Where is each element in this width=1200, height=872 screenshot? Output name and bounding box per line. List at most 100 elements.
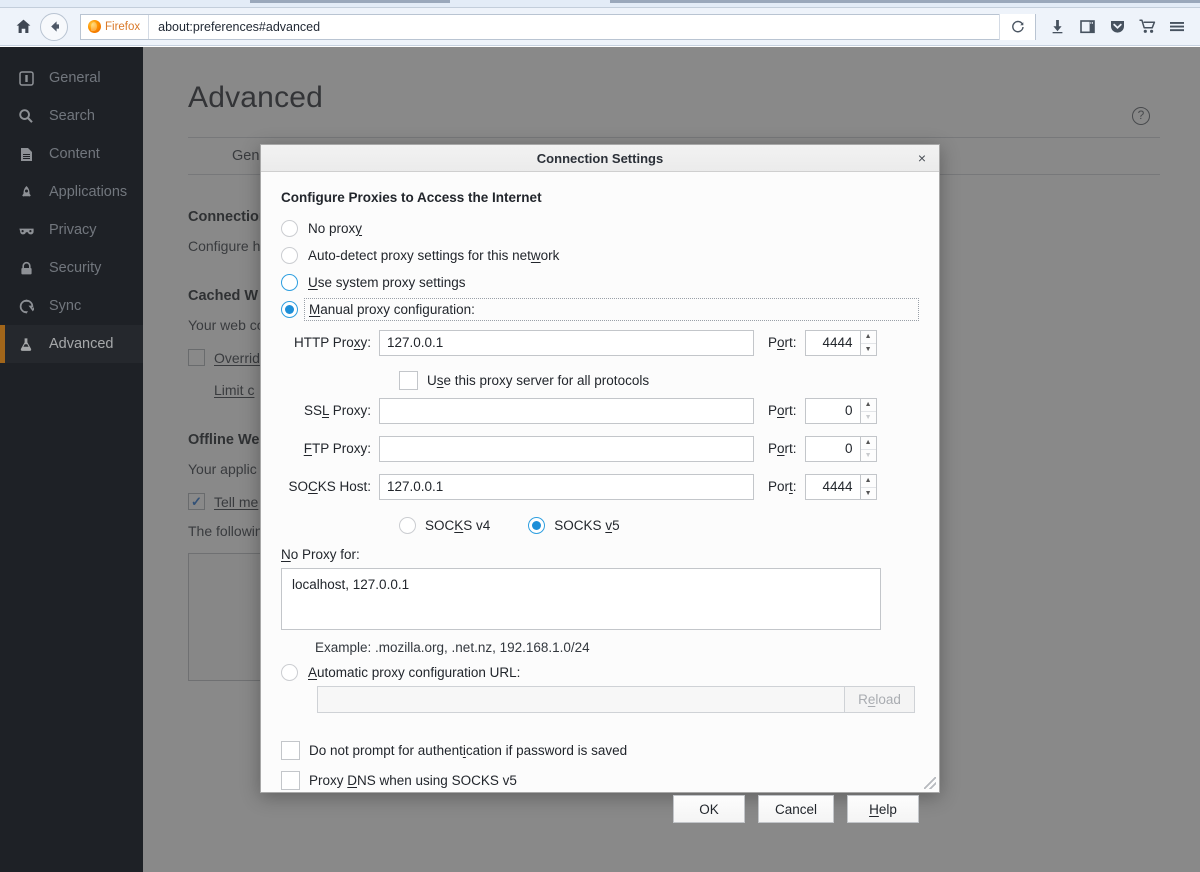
url-bar[interactable]: Firefox about:preferences#advanced bbox=[80, 14, 1036, 40]
pocket-icon[interactable] bbox=[1102, 12, 1132, 42]
http-port-spin-buttons[interactable]: ▲ ▼ bbox=[860, 330, 877, 356]
radio-socks-v4[interactable] bbox=[399, 517, 416, 534]
no-auth-prompt-label: Do not prompt for authentication if pass… bbox=[309, 743, 627, 758]
spin-down-icon[interactable]: ▼ bbox=[861, 343, 876, 355]
radio-manual[interactable] bbox=[281, 301, 298, 318]
socks-port-spin-buttons[interactable]: ▲ ▼ bbox=[860, 474, 877, 500]
connection-settings-dialog: Connection Settings × Configure Proxies … bbox=[260, 144, 940, 793]
radio-label-socks-v5: SOCKS v5 bbox=[554, 518, 619, 533]
radio-pac[interactable] bbox=[281, 664, 298, 681]
help-button[interactable]: Help bbox=[847, 795, 919, 823]
dialog-heading: Configure Proxies to Access the Internet bbox=[281, 190, 919, 205]
ftp-port-label: Port: bbox=[754, 441, 805, 456]
no-auth-prompt-row[interactable]: Do not prompt for authentication if pass… bbox=[281, 735, 919, 765]
no-proxy-for-label: No Proxy for: bbox=[281, 547, 919, 562]
socks-host-input[interactable]: 127.0.0.1 bbox=[379, 474, 754, 500]
pac-url-row: Reload bbox=[317, 686, 919, 713]
ssl-proxy-row: SSL Proxy: Port: 0 ▲ ▼ bbox=[281, 395, 919, 426]
http-proxy-row: HTTP Proxy: 127.0.0.1 Port: 4444 ▲ ▼ bbox=[281, 327, 919, 358]
http-port-stepper[interactable]: 4444 ▲ ▼ bbox=[805, 330, 877, 356]
radio-label-use-system: Use system proxy settings bbox=[308, 275, 466, 290]
ftp-proxy-row: FTP Proxy: Port: 0 ▲ ▼ bbox=[281, 433, 919, 464]
ssl-port-spin-buttons[interactable]: ▲ ▼ bbox=[860, 398, 877, 424]
navigation-toolbar: Firefox about:preferences#advanced bbox=[0, 8, 1200, 46]
socks-host-row: SOCKS Host: 127.0.0.1 Port: 4444 ▲ ▼ bbox=[281, 471, 919, 502]
dialog-body: Configure Proxies to Access the Internet… bbox=[261, 172, 939, 795]
tab-seam-right bbox=[610, 0, 1200, 3]
spin-down-icon: ▼ bbox=[861, 449, 876, 461]
socks-port-stepper[interactable]: 4444 ▲ ▼ bbox=[805, 474, 877, 500]
tab-strip bbox=[0, 0, 1200, 8]
radio-auto-detect[interactable] bbox=[281, 247, 298, 264]
downloads-icon[interactable] bbox=[1042, 12, 1072, 42]
pac-url-input[interactable] bbox=[317, 686, 845, 713]
proxy-dns-label: Proxy DNS when using SOCKS v5 bbox=[309, 773, 517, 788]
sidebar-icon[interactable] bbox=[1072, 12, 1102, 42]
radio-row-no-proxy[interactable]: No proxy bbox=[281, 215, 919, 242]
ssl-port-stepper[interactable]: 0 ▲ ▼ bbox=[805, 398, 877, 424]
dialog-titlebar: Connection Settings × bbox=[261, 145, 939, 172]
close-icon[interactable]: × bbox=[913, 149, 931, 167]
http-port-label: Port: bbox=[754, 335, 805, 350]
proxy-dns-row[interactable]: Proxy DNS when using SOCKS v5 bbox=[281, 765, 919, 795]
proxy-dns-checkbox[interactable] bbox=[281, 771, 300, 790]
cancel-button[interactable]: Cancel bbox=[758, 795, 834, 823]
ssl-proxy-label: SSL Proxy: bbox=[281, 403, 379, 418]
dialog-options: Do not prompt for authentication if pass… bbox=[281, 735, 919, 795]
dialog-resize-grip[interactable] bbox=[924, 777, 936, 789]
radio-row-pac[interactable]: Automatic proxy configuration URL: bbox=[281, 664, 919, 681]
reload-button[interactable] bbox=[999, 14, 1035, 40]
radio-no-proxy[interactable] bbox=[281, 220, 298, 237]
ftp-port-stepper[interactable]: 0 ▲ ▼ bbox=[805, 436, 877, 462]
spin-down-icon[interactable]: ▼ bbox=[861, 487, 876, 499]
radio-label-socks-v4: SOCKS v4 bbox=[425, 518, 490, 533]
modal-overlay-sidebar bbox=[0, 47, 143, 872]
radio-use-system[interactable] bbox=[281, 274, 298, 291]
all-protocols-checkbox[interactable] bbox=[399, 371, 418, 390]
url-text[interactable]: about:preferences#advanced bbox=[149, 20, 320, 34]
radio-focus-outline: Manual proxy configuration: bbox=[304, 298, 919, 321]
firefox-logo-icon bbox=[88, 20, 101, 33]
identity-label: Firefox bbox=[105, 21, 140, 33]
radio-socks-v5[interactable] bbox=[528, 517, 545, 534]
ssl-port-value[interactable]: 0 bbox=[805, 398, 860, 424]
radio-row-auto-detect[interactable]: Auto-detect proxy settings for this netw… bbox=[281, 242, 919, 269]
menu-icon[interactable] bbox=[1162, 12, 1192, 42]
http-port-value[interactable]: 4444 bbox=[805, 330, 860, 356]
pac-reload-button: Reload bbox=[845, 686, 915, 713]
socks-host-label: SOCKS Host: bbox=[281, 479, 379, 494]
ftp-port-value[interactable]: 0 bbox=[805, 436, 860, 462]
ok-button[interactable]: OK bbox=[673, 795, 745, 823]
no-auth-prompt-checkbox[interactable] bbox=[281, 741, 300, 760]
no-proxy-for-textarea[interactable]: localhost, 127.0.0.1 bbox=[281, 568, 881, 630]
dialog-footer: OK Cancel Help bbox=[261, 795, 939, 839]
manual-proxy-fields: HTTP Proxy: 127.0.0.1 Port: 4444 ▲ ▼ Use… bbox=[281, 327, 919, 655]
no-proxy-example: Example: .mozilla.org, .net.nz, 192.168.… bbox=[315, 640, 919, 655]
tab-seam-left bbox=[250, 0, 450, 3]
home-icon[interactable] bbox=[8, 12, 38, 42]
http-proxy-input[interactable]: 127.0.0.1 bbox=[379, 330, 754, 356]
spin-up-icon[interactable]: ▲ bbox=[861, 475, 876, 487]
radio-label-manual: Manual proxy configuration: bbox=[309, 302, 475, 317]
spin-up-icon[interactable]: ▲ bbox=[861, 437, 876, 449]
browser-window: Firefox about:preferences#advanced bbox=[0, 0, 1200, 872]
radio-label-auto-detect: Auto-detect proxy settings for this netw… bbox=[308, 248, 559, 263]
spin-down-icon: ▼ bbox=[861, 411, 876, 423]
socks-version-row: SOCKS v4 SOCKS v5 bbox=[399, 509, 919, 541]
dialog-title: Connection Settings bbox=[537, 151, 663, 166]
identity-box[interactable]: Firefox bbox=[81, 15, 149, 39]
back-button[interactable] bbox=[40, 13, 68, 41]
ftp-proxy-input[interactable] bbox=[379, 436, 754, 462]
ftp-port-spin-buttons[interactable]: ▲ ▼ bbox=[860, 436, 877, 462]
spin-up-icon[interactable]: ▲ bbox=[861, 331, 876, 343]
spin-up-icon[interactable]: ▲ bbox=[861, 399, 876, 411]
ssl-proxy-input[interactable] bbox=[379, 398, 754, 424]
http-proxy-label: HTTP Proxy: bbox=[281, 335, 379, 350]
socks-port-value[interactable]: 4444 bbox=[805, 474, 860, 500]
all-protocols-row[interactable]: Use this proxy server for all protocols bbox=[399, 365, 919, 395]
ssl-port-label: Port: bbox=[754, 403, 805, 418]
radio-row-manual[interactable]: Manual proxy configuration: bbox=[281, 296, 919, 323]
radio-label-pac: Automatic proxy configuration URL: bbox=[308, 665, 520, 680]
cart-icon[interactable] bbox=[1132, 12, 1162, 42]
radio-row-use-system[interactable]: Use system proxy settings bbox=[281, 269, 919, 296]
